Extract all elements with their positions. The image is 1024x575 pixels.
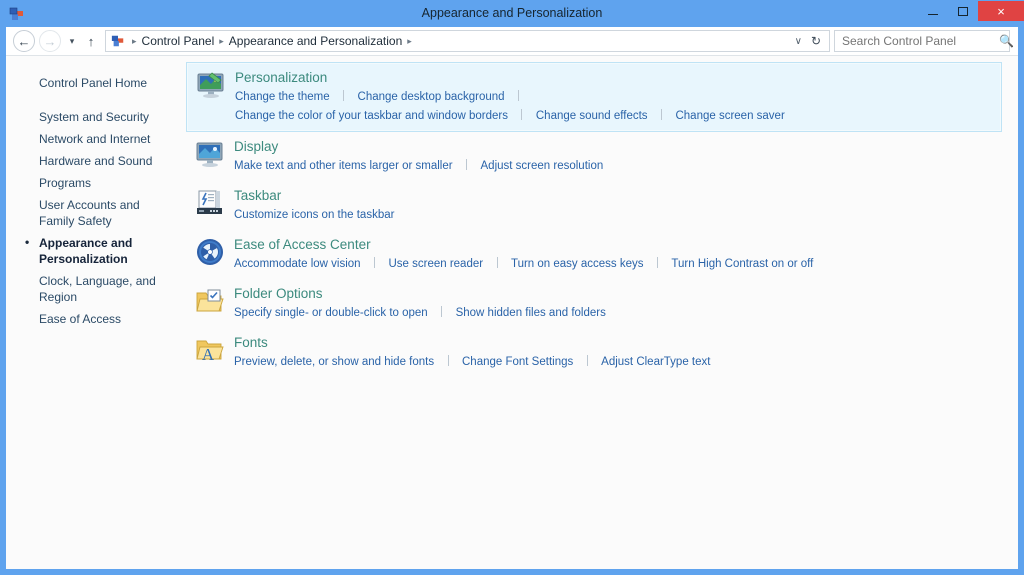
- fonts-folder-icon: A: [194, 335, 226, 367]
- search-input[interactable]: [835, 34, 997, 48]
- category-taskbar[interactable]: Taskbar Customize icons on the taskbar: [186, 181, 1002, 230]
- title-bar: Appearance and Personalization ×: [0, 0, 1024, 27]
- link-separator: [657, 257, 658, 268]
- up-button[interactable]: ↑: [82, 30, 100, 52]
- category-links: Accommodate low vision Use screen reader…: [234, 254, 996, 273]
- category-links: Preview, delete, or show and hide fonts …: [234, 352, 996, 371]
- link-adjust-screen-resolution[interactable]: Adjust screen resolution: [481, 160, 604, 172]
- category-folder-options[interactable]: Folder Options Specify single- or double…: [186, 279, 1002, 328]
- link-separator: [587, 355, 588, 366]
- category-personalization[interactable]: Personalization Change the theme Change …: [186, 62, 1002, 132]
- sidebar-item-appearance-and-personalization[interactable]: Appearance and Personalization: [6, 232, 186, 270]
- link-make-text-larger[interactable]: Make text and other items larger or smal…: [234, 160, 453, 172]
- maximize-button[interactable]: [948, 1, 978, 21]
- link-use-screen-reader[interactable]: Use screen reader: [388, 258, 483, 270]
- forward-button[interactable]: →: [39, 30, 61, 52]
- link-change-sound-effects[interactable]: Change sound effects: [536, 110, 648, 122]
- display-monitor-icon: [194, 139, 226, 171]
- link-separator: [466, 159, 467, 170]
- category-title[interactable]: Display: [234, 138, 996, 155]
- category-fonts[interactable]: A Fonts Preview, delete, or show and hid…: [186, 328, 1002, 377]
- link-specify-click-to-open[interactable]: Specify single- or double-click to open: [234, 307, 428, 319]
- category-title[interactable]: Folder Options: [234, 285, 996, 302]
- content-area: Control Panel Home System and Security N…: [6, 56, 1018, 569]
- category-links: Make text and other items larger or smal…: [234, 156, 996, 175]
- link-turn-high-contrast[interactable]: Turn High Contrast on or off: [671, 258, 813, 270]
- category-links: Change the theme Change desktop backgrou…: [235, 87, 995, 125]
- link-separator: [521, 109, 522, 120]
- window-controls: ×: [918, 0, 1024, 27]
- category-title[interactable]: Personalization: [235, 69, 995, 86]
- chevron-down-icon[interactable]: ∨: [791, 36, 811, 47]
- link-change-desktop-background[interactable]: Change desktop background: [358, 91, 505, 103]
- address-bar: ← → ▾ ↑ ▸ Control Panel ▸ Appearance and…: [6, 27, 1018, 56]
- sidebar-item-user-accounts[interactable]: User Accounts and Family Safety: [6, 194, 186, 232]
- svg-text:A: A: [202, 345, 215, 364]
- link-separator: [497, 257, 498, 268]
- link-separator: [661, 109, 662, 120]
- sidebar-item-network-and-internet[interactable]: Network and Internet: [6, 128, 186, 150]
- sidebar-item-system-and-security[interactable]: System and Security: [6, 106, 186, 128]
- category-links: Customize icons on the taskbar: [234, 205, 996, 224]
- search-icon: 🔍: [997, 34, 1021, 48]
- link-separator: [343, 90, 344, 101]
- category-list: Personalization Change the theme Change …: [186, 56, 1018, 569]
- breadcrumb-item-appearance[interactable]: Appearance and Personalization: [227, 34, 404, 48]
- breadcrumb-separator: ▸: [404, 36, 415, 47]
- link-separator: [374, 257, 375, 268]
- category-ease-of-access-center[interactable]: Ease of Access Center Accommodate low vi…: [186, 230, 1002, 279]
- breadcrumb-item-control-panel[interactable]: Control Panel: [140, 34, 217, 48]
- sidebar-item-programs[interactable]: Programs: [6, 172, 186, 194]
- link-preview-delete-fonts[interactable]: Preview, delete, or show and hide fonts: [234, 356, 434, 368]
- minimize-button[interactable]: [918, 1, 948, 21]
- category-links-row-2: Change the color of your taskbar and win…: [235, 106, 995, 125]
- link-change-the-theme[interactable]: Change the theme: [235, 91, 330, 103]
- category-display[interactable]: Display Make text and other items larger…: [186, 132, 1002, 181]
- category-title[interactable]: Fonts: [234, 334, 996, 351]
- category-title[interactable]: Ease of Access Center: [234, 236, 996, 253]
- ease-of-access-wheel-icon: [194, 237, 226, 269]
- folder-options-icon: [194, 286, 226, 318]
- breadcrumb[interactable]: ▸ Control Panel ▸ Appearance and Persona…: [105, 30, 830, 52]
- link-show-hidden-files[interactable]: Show hidden files and folders: [456, 307, 606, 319]
- sidebar-item-hardware-and-sound[interactable]: Hardware and Sound: [6, 150, 186, 172]
- search-box[interactable]: 🔍: [834, 30, 1010, 52]
- breadcrumb-separator: ▸: [129, 36, 140, 47]
- back-button[interactable]: ←: [13, 30, 35, 52]
- control-panel-window: Appearance and Personalization × ← → ▾ ↑…: [0, 0, 1024, 575]
- refresh-icon[interactable]: ↻: [811, 34, 829, 48]
- link-change-the-color[interactable]: Change the color of your taskbar and win…: [235, 110, 508, 122]
- close-button[interactable]: ×: [978, 1, 1024, 21]
- link-separator: [441, 306, 442, 317]
- link-adjust-cleartype-text[interactable]: Adjust ClearType text: [601, 356, 710, 368]
- taskbar-icon: [194, 188, 226, 220]
- link-accommodate-low-vision[interactable]: Accommodate low vision: [234, 258, 361, 270]
- breadcrumb-control-panel-icon: [111, 34, 125, 48]
- sidebar-item-ease-of-access[interactable]: Ease of Access: [6, 308, 186, 330]
- link-turn-on-easy-access-keys[interactable]: Turn on easy access keys: [511, 258, 644, 270]
- link-change-screen-saver[interactable]: Change screen saver: [675, 110, 784, 122]
- link-customize-icons-taskbar[interactable]: Customize icons on the taskbar: [234, 209, 394, 221]
- personalization-monitor-icon: [195, 70, 227, 102]
- category-links: Specify single- or double-click to open …: [234, 303, 996, 322]
- sidebar: Control Panel Home System and Security N…: [6, 56, 186, 569]
- breadcrumb-separator: ▸: [216, 36, 227, 47]
- category-title[interactable]: Taskbar: [234, 187, 996, 204]
- link-separator: [518, 90, 519, 101]
- link-separator: [448, 355, 449, 366]
- link-change-font-settings[interactable]: Change Font Settings: [462, 356, 573, 368]
- sidebar-item-clock-language-region[interactable]: Clock, Language, and Region: [6, 270, 186, 308]
- sidebar-item-control-panel-home[interactable]: Control Panel Home: [6, 72, 186, 94]
- recent-locations-button[interactable]: ▾: [65, 30, 79, 52]
- window-title: Appearance and Personalization: [0, 0, 1024, 27]
